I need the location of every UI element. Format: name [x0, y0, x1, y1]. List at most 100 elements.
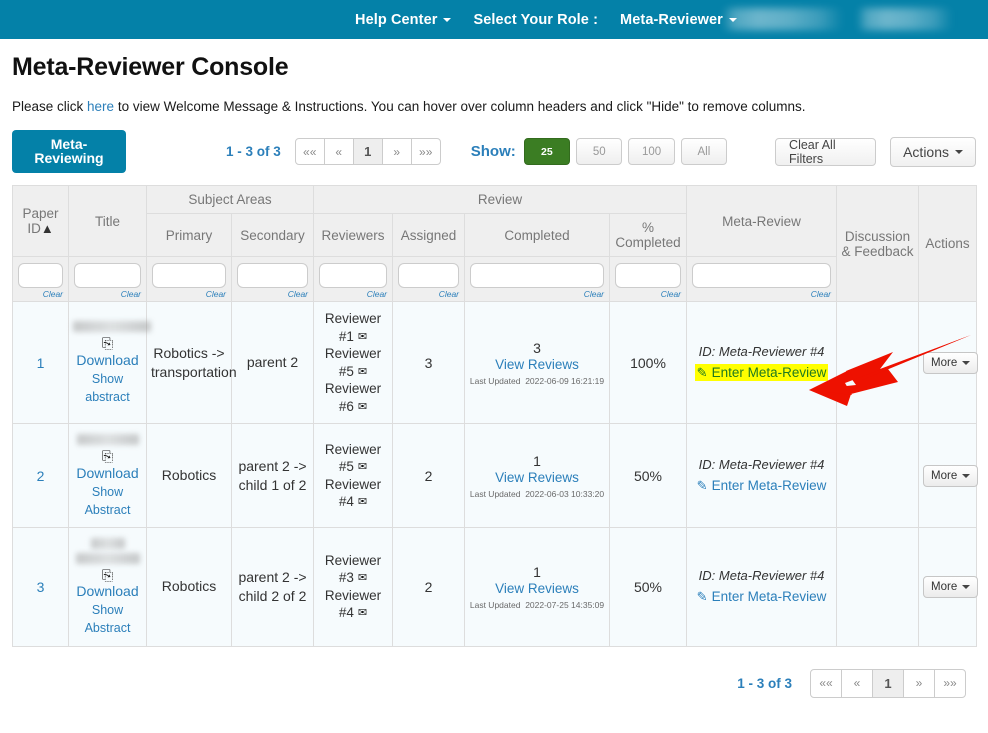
page-size-100[interactable]: 100 — [628, 138, 675, 165]
filter-input-paper-id[interactable] — [18, 263, 63, 288]
download-link[interactable]: Download — [73, 465, 142, 481]
col-header-meta-review[interactable]: Meta-Review — [686, 185, 838, 257]
download-link[interactable]: Download — [73, 352, 142, 368]
col-header-actions[interactable]: Actions — [918, 185, 978, 302]
meta-reviewer-id: ID: Meta-Reviewer #4 — [698, 568, 825, 584]
download-icon[interactable]: ⎘ — [73, 567, 142, 583]
col-header-secondary[interactable]: Secondary — [231, 213, 314, 257]
col-header-completed[interactable]: Completed — [464, 213, 610, 257]
filter-input-title[interactable] — [74, 263, 141, 288]
cell-primary-subject: Robotics -> transportation — [146, 300, 237, 425]
col-header-reviewers[interactable]: Reviewers — [313, 213, 393, 257]
page-size-all[interactable]: All — [680, 138, 728, 165]
cell-paper-id: 2 — [12, 423, 69, 528]
filter-clear-pct-completed[interactable]: Clear — [615, 289, 681, 299]
col-group-header-review[interactable]: Review — [312, 185, 688, 214]
bottom-pagination-first[interactable]: «« — [810, 668, 842, 698]
welcome-message-link[interactable]: here — [87, 99, 114, 114]
cell-assigned: 3 — [392, 300, 465, 425]
cell-actions: More — [918, 300, 979, 425]
more-button[interactable]: More — [923, 351, 979, 374]
pagination-first[interactable]: «« — [294, 138, 325, 165]
pagination-page-1[interactable]: 1 — [352, 138, 383, 165]
download-link[interactable]: Download — [73, 583, 142, 599]
pagination-next[interactable]: » — [381, 138, 412, 165]
filter-clear-title[interactable]: Clear — [74, 289, 141, 299]
bottom-pagination-bar: 1 - 3 of 3 «« « 1 » »» — [0, 647, 988, 698]
more-button[interactable]: More — [923, 575, 979, 598]
view-reviews-link[interactable]: View Reviews — [469, 581, 605, 596]
pagination-last[interactable]: »» — [410, 138, 441, 165]
chevron-down-icon — [955, 149, 964, 154]
filter-input-assigned[interactable] — [398, 263, 459, 288]
last-updated-label: Last Updated — [469, 375, 521, 386]
envelope-icon[interactable]: ✉ — [358, 460, 367, 474]
page-size-50[interactable]: 50 — [576, 138, 623, 165]
pagination-prev[interactable]: « — [323, 138, 354, 165]
filter-input-secondary[interactable] — [237, 263, 308, 288]
nav-redacted-item-2[interactable] — [857, 8, 953, 30]
actions-button[interactable]: Actions — [890, 136, 977, 167]
bottom-pagination-last[interactable]: »» — [934, 668, 966, 698]
show-abstract-line1: Show — [91, 484, 124, 499]
clear-all-filters-button[interactable]: Clear All Filters — [775, 137, 877, 166]
envelope-icon[interactable]: ✉ — [358, 330, 367, 344]
envelope-icon[interactable]: ✉ — [358, 606, 367, 620]
meta-reviewing-tab[interactable]: Meta-Reviewing — [12, 130, 126, 173]
col-header-title[interactable]: Title — [68, 185, 147, 257]
bottom-pagination: «« « 1 » »» — [810, 668, 966, 698]
envelope-icon[interactable]: ✉ — [358, 400, 367, 414]
envelope-icon[interactable]: ✉ — [358, 571, 367, 585]
sort-ascending-icon[interactable]: ▲ — [41, 222, 54, 235]
page-size-25[interactable]: 25 — [523, 138, 571, 165]
view-reviews-link[interactable]: View Reviews — [469, 357, 605, 372]
show-abstract-link[interactable]: Show abstract — [73, 370, 142, 406]
filter-cell-pct-completed: Clear — [608, 256, 688, 302]
filter-clear-reviewers[interactable]: Clear — [319, 289, 387, 299]
col-header-discussion-feedback[interactable]: Discussion & Feedback — [836, 185, 920, 302]
show-abstract-link[interactable]: Show Abstract — [73, 601, 142, 637]
col-group-header-subject-areas[interactable]: Subject Areas — [146, 185, 314, 214]
show-abstract-link[interactable]: Show Abstract — [73, 483, 142, 519]
filter-clear-secondary[interactable]: Clear — [237, 289, 308, 299]
nav-item-meta-reviewer[interactable]: Meta-Reviewer — [620, 12, 737, 28]
filter-input-meta-review[interactable] — [692, 263, 832, 288]
more-button[interactable]: More — [923, 464, 979, 487]
envelope-icon[interactable]: ✉ — [358, 365, 367, 379]
filter-clear-paper-id[interactable]: Clear — [18, 289, 63, 299]
filter-input-completed[interactable] — [470, 263, 604, 288]
table-row: 3 ⎘ Download Show Abstract Robotics paren… — [12, 526, 979, 647]
bottom-pagination-next[interactable]: » — [903, 668, 935, 698]
cell-meta-review: ID: Meta-Reviewer #4 ✎ Enter Meta-Review — [686, 526, 838, 647]
completed-count: 1 — [533, 452, 541, 469]
view-reviews-link[interactable]: View Reviews — [469, 470, 605, 485]
col-header-primary[interactable]: Primary — [146, 213, 232, 257]
envelope-icon[interactable]: ✉ — [358, 495, 367, 509]
nav-item-help-center[interactable]: Help Center — [355, 12, 452, 28]
redacted-paper-title — [76, 434, 139, 446]
bottom-pagination-prev[interactable]: « — [841, 668, 873, 698]
enter-meta-review-link[interactable]: ✎ Enter Meta-Review — [694, 364, 829, 382]
filter-input-reviewers[interactable] — [319, 263, 387, 288]
download-icon[interactable]: ⎘ — [73, 335, 142, 351]
nav-redacted-item-1[interactable] — [722, 8, 844, 30]
filter-input-primary[interactable] — [152, 263, 226, 288]
filter-clear-assigned[interactable]: Clear — [398, 289, 459, 299]
enter-meta-review-link[interactable]: ✎ Enter Meta-Review — [695, 477, 829, 494]
cell-paper-id: 1 — [12, 300, 69, 425]
filter-clear-meta-review[interactable]: Clear — [692, 289, 831, 299]
last-updated-label: Last Updated — [469, 599, 521, 610]
filter-clear-completed[interactable]: Clear — [470, 289, 604, 299]
col-header-assigned[interactable]: Assigned — [392, 213, 465, 257]
enter-meta-review-link[interactable]: ✎ Enter Meta-Review — [695, 588, 829, 605]
bottom-pagination-page-1[interactable]: 1 — [872, 668, 904, 698]
last-updated-value: 2022-06-09 16:21:19 — [525, 375, 605, 386]
col-header-pct-completed[interactable]: % Completed — [608, 213, 688, 257]
filter-input-pct-completed[interactable] — [615, 263, 682, 288]
download-icon[interactable]: ⎘ — [73, 448, 142, 464]
filter-clear-primary[interactable]: Clear — [152, 289, 226, 299]
col-header-paper-id[interactable]: Paper ID▲ — [12, 185, 69, 257]
cell-title: ⎘ Download Show Abstract — [68, 526, 147, 647]
meta-reviewer-id: ID: Meta-Reviewer #4 — [698, 457, 825, 473]
pencil-edit-icon: ✎ — [696, 589, 708, 605]
